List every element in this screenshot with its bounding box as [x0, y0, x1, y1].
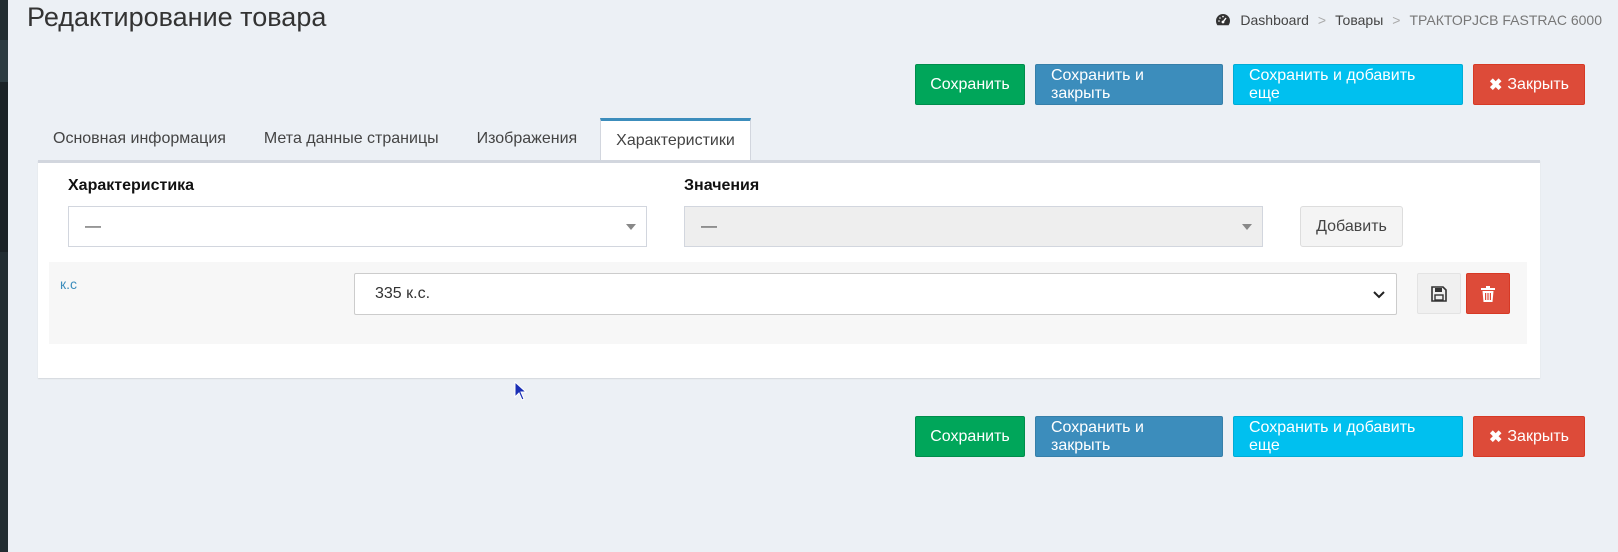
characteristic-value-select[interactable]: 335 к.с.	[354, 273, 1397, 315]
tab-main-info[interactable]: Основная информация	[38, 118, 241, 160]
characteristic-select-value: —	[85, 217, 101, 235]
close-button-label: Закрыть	[1507, 75, 1570, 93]
values-select[interactable]: —	[684, 206, 1263, 247]
breadcrumb-separator: >	[1317, 12, 1327, 28]
characteristic-name-link[interactable]: к.с	[60, 276, 77, 292]
tab-characteristics[interactable]: Характеристики	[600, 118, 751, 160]
dashboard-icon	[1216, 14, 1231, 26]
characteristic-value-text: 335 к.с.	[375, 285, 431, 302]
bottom-action-bar: Сохранить Сохранить и закрыть Сохранить …	[915, 416, 1585, 457]
trash-icon	[1481, 285, 1495, 302]
tab-bar: Основная информация Мета данные страницы…	[38, 118, 759, 160]
close-button[interactable]: ✖ Закрыть	[1473, 64, 1585, 105]
caret-down-icon	[626, 224, 636, 230]
caret-down-icon	[1242, 224, 1252, 230]
chevron-down-icon	[1373, 291, 1385, 299]
save-row-button[interactable]	[1417, 273, 1461, 314]
page-title: Редактирование товара	[27, 2, 327, 32]
save-button[interactable]: Сохранить	[915, 64, 1025, 105]
close-icon: ✖	[1488, 76, 1503, 94]
save-add-button[interactable]: Сохранить и добавить еще	[1233, 64, 1463, 105]
characteristic-row: к.с 335 к.с.	[49, 262, 1527, 344]
breadcrumb-products[interactable]: Товары	[1335, 12, 1383, 28]
close-button[interactable]: ✖ Закрыть	[1473, 416, 1585, 457]
values-select-value: —	[701, 217, 717, 235]
tab-images[interactable]: Изображения	[462, 118, 593, 160]
delete-row-button[interactable]	[1466, 273, 1510, 314]
breadcrumb-dashboard[interactable]: Dashboard	[1240, 12, 1309, 28]
top-action-bar: Сохранить Сохранить и закрыть Сохранить …	[915, 64, 1585, 105]
add-button[interactable]: Добавить	[1300, 206, 1403, 247]
save-close-button[interactable]: Сохранить и закрыть	[1035, 64, 1223, 105]
values-label: Значения	[684, 177, 760, 194]
sidebar-edge-segment	[0, 82, 8, 252]
breadcrumb-separator: >	[1392, 12, 1401, 28]
save-close-button[interactable]: Сохранить и закрыть	[1035, 416, 1223, 457]
sidebar-edge-segment	[0, 40, 8, 82]
save-add-button[interactable]: Сохранить и добавить еще	[1233, 416, 1463, 457]
mouse-cursor-icon	[514, 381, 528, 401]
close-button-label: Закрыть	[1507, 427, 1570, 445]
sidebar-edge	[0, 0, 8, 552]
close-icon: ✖	[1488, 428, 1503, 446]
breadcrumb: Dashboard > Товары > ТРАКТОРJCB FASTRAC …	[1215, 12, 1602, 28]
characteristics-panel: Характеристика — Значения — Добавить к.с…	[38, 160, 1540, 378]
floppy-disk-icon	[1431, 285, 1447, 302]
characteristic-label: Характеристика	[68, 177, 195, 194]
characteristic-select[interactable]: —	[68, 206, 647, 247]
save-button[interactable]: Сохранить	[915, 416, 1025, 457]
breadcrumb-current: ТРАКТОРJCB FASTRAC 6000	[1409, 12, 1602, 28]
tab-page-meta[interactable]: Мета данные страницы	[249, 118, 454, 160]
